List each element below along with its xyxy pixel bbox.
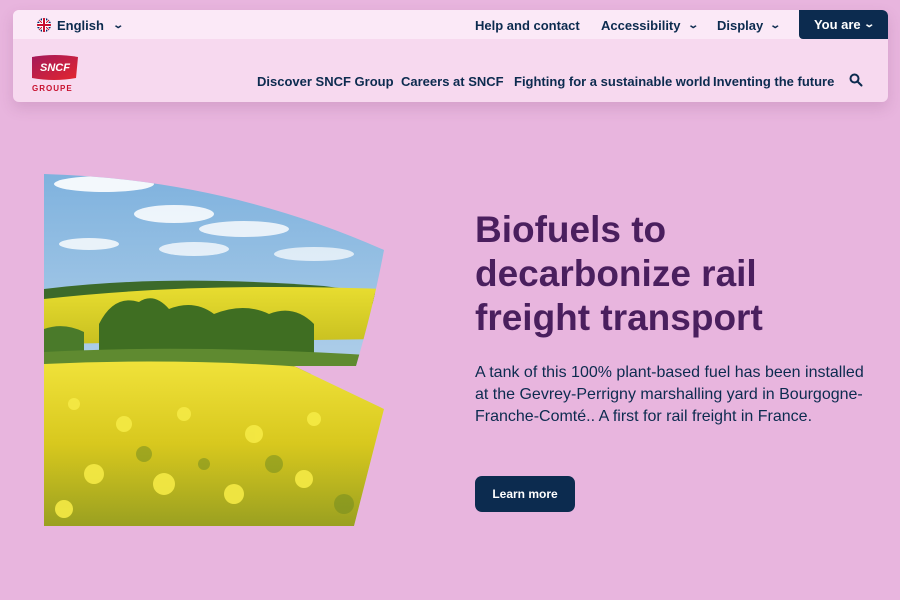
sncf-logo[interactable]: SNCF GROUPE xyxy=(30,54,80,93)
display-menu[interactable]: Display ⌄ xyxy=(717,17,782,33)
hero-title-line: decarbonize rail xyxy=(475,253,757,294)
nav-careers-at-sncf[interactable]: Careers at SNCF xyxy=(401,74,504,89)
accessibility-label: Accessibility xyxy=(601,17,681,33)
hero-title-line: freight transport xyxy=(475,297,763,338)
chevron-down-icon: ⌄ xyxy=(769,19,782,31)
you-are-label: You are xyxy=(813,17,861,32)
help-contact-label: Help and contact xyxy=(475,17,580,33)
chevron-down-icon: ⌄ xyxy=(686,19,699,31)
hero-description: A tank of this 100% plant-based fuel has… xyxy=(475,364,864,425)
sncf-logo-mark: SNCF xyxy=(32,55,78,80)
hero-image-rapeseed-field xyxy=(44,174,386,526)
language-selector[interactable]: English ⌄ xyxy=(37,17,125,33)
nav-discover-sncf-group[interactable]: Discover SNCF Group xyxy=(257,74,394,89)
utility-bar: English ⌄ Help and contact Accessibility… xyxy=(13,10,888,39)
accessibility-menu[interactable]: Accessibility ⌄ xyxy=(601,17,699,33)
logo-subtitle: GROUPE xyxy=(32,84,73,93)
logo-mark-text: SNCF xyxy=(40,62,70,74)
uk-flag-icon xyxy=(37,18,51,32)
search-icon[interactable] xyxy=(849,73,863,87)
hero-title-line: Biofuels to xyxy=(475,209,667,250)
chevron-down-icon: ⌄ xyxy=(112,19,125,31)
language-label: English xyxy=(57,17,104,33)
you-are-button[interactable]: You are ⌄ xyxy=(799,10,888,39)
chevron-down-icon: ⌄ xyxy=(862,19,875,30)
site-header: English ⌄ Help and contact Accessibility… xyxy=(13,10,888,102)
learn-more-button[interactable]: Learn more xyxy=(475,476,575,512)
nav-inventing-future[interactable]: Inventing the future xyxy=(713,74,834,89)
display-label: Display xyxy=(717,17,764,33)
nav-sustainable-world[interactable]: Fighting for a sustainable world xyxy=(514,74,710,89)
hero-title: Biofuels to decarbonize rail freight tra… xyxy=(475,208,875,340)
help-contact-link[interactable]: Help and contact xyxy=(475,17,580,33)
